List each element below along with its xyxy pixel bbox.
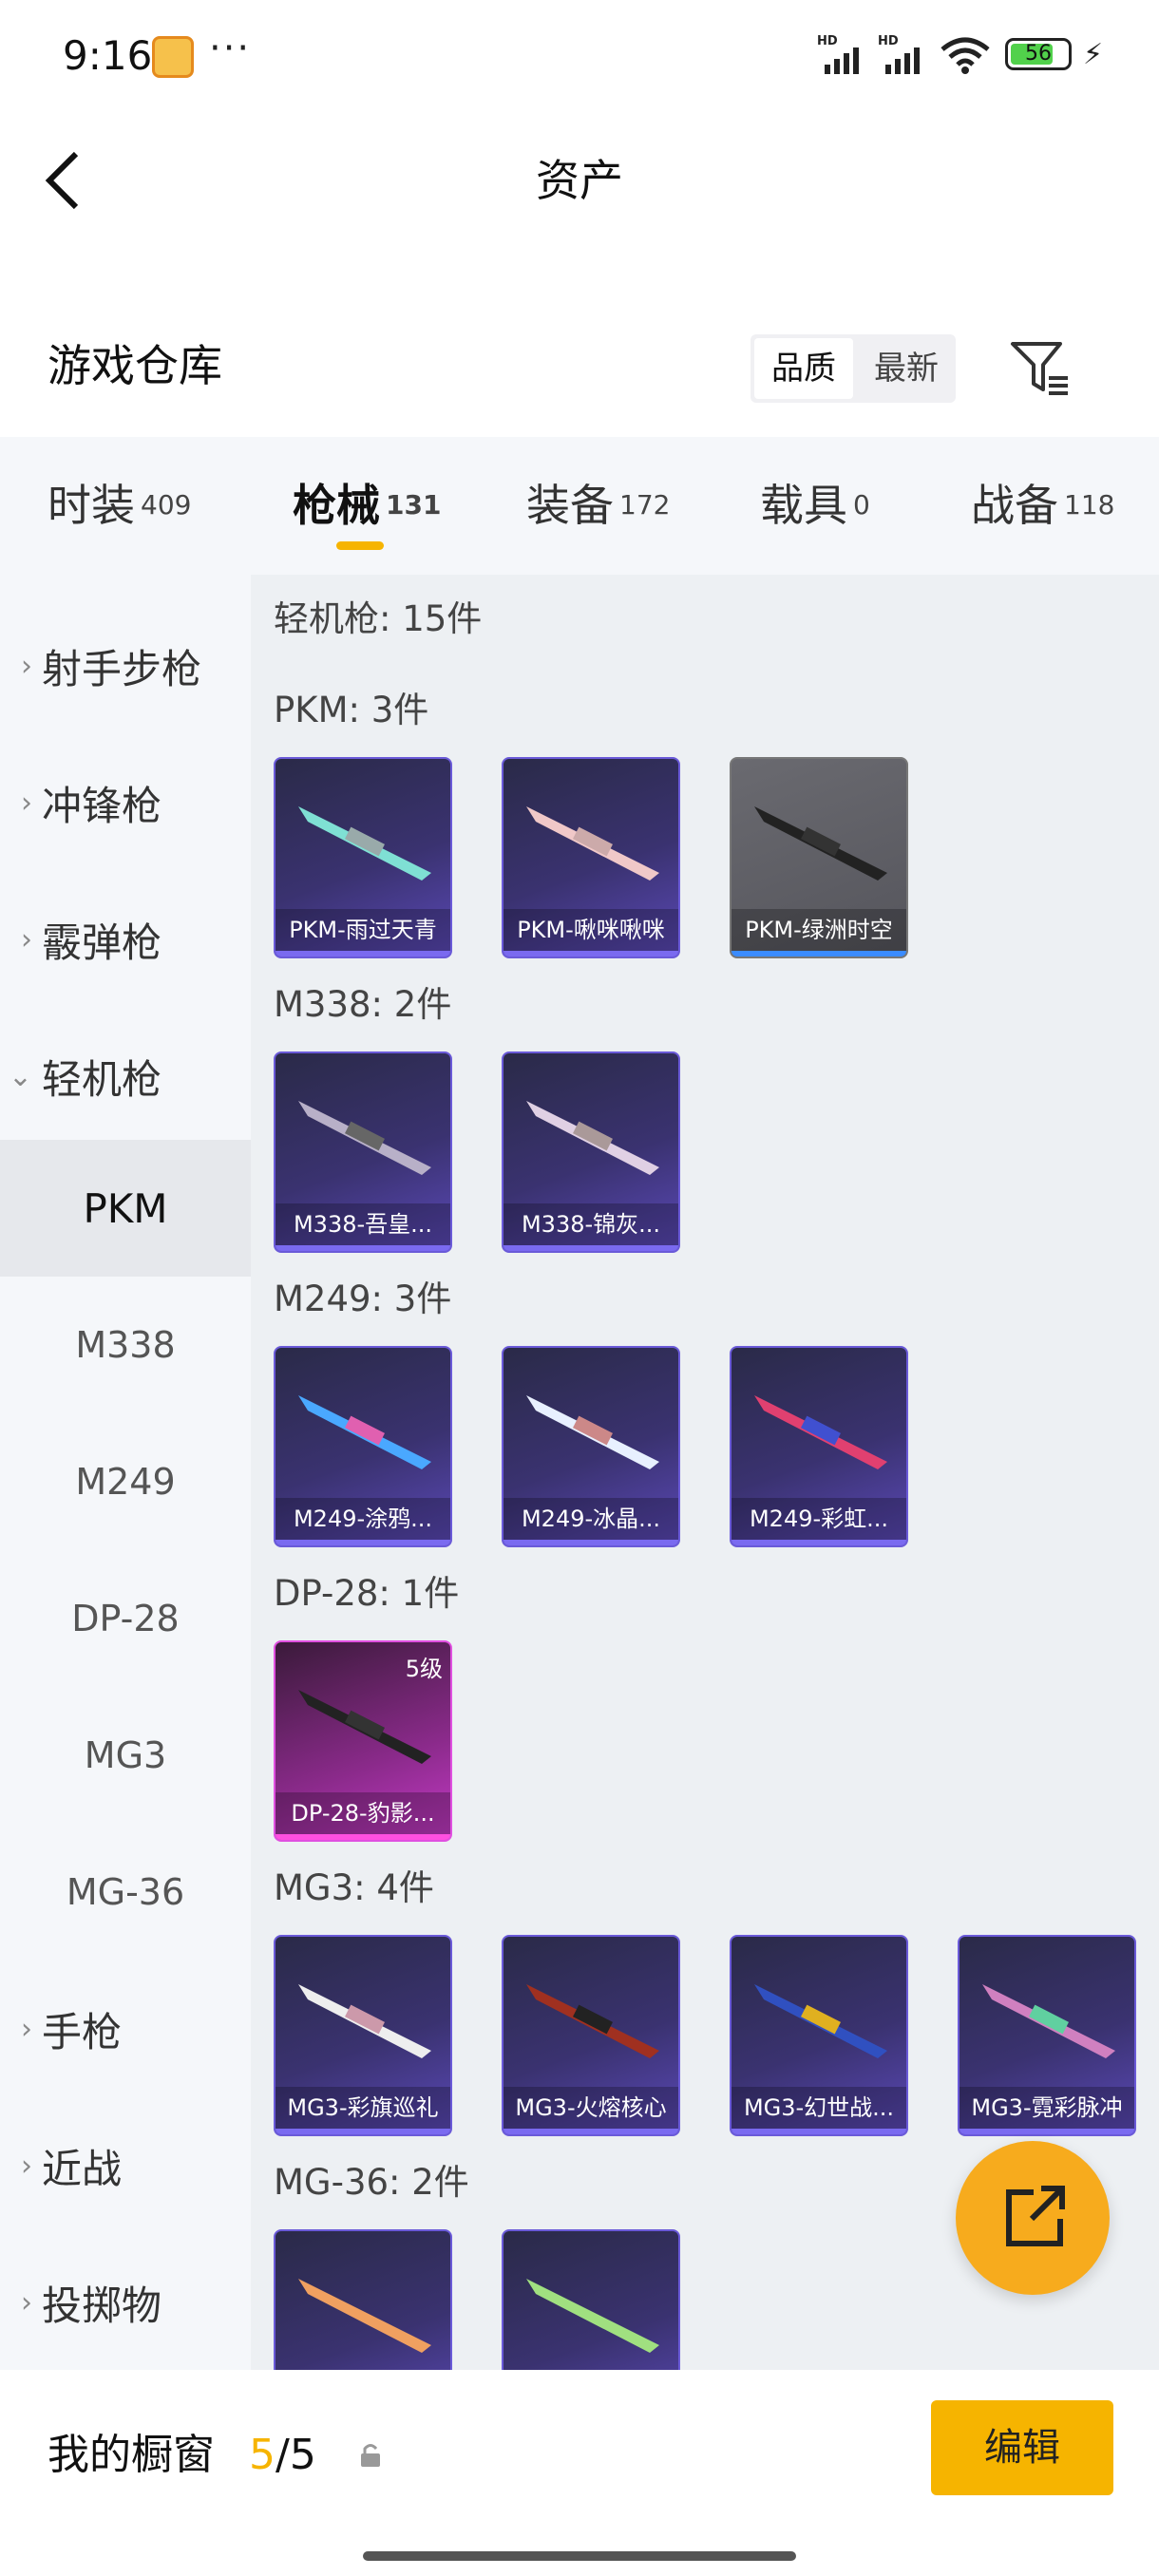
gun-icon bbox=[526, 1101, 659, 1175]
sort-toggle: 品质 最新 bbox=[750, 334, 956, 403]
chevron-down-icon: ⌄ bbox=[8, 1059, 32, 1093]
weapon-card[interactable]: MG3-霓彩脉冲 bbox=[958, 1935, 1136, 2136]
active-tab-indicator bbox=[336, 541, 384, 550]
tab-weapons[interactable]: 枪械 131 bbox=[293, 475, 441, 536]
sidebar-item-throwable[interactable]: › 投掷物 bbox=[0, 2234, 251, 2371]
battery-level: 56 bbox=[1025, 42, 1052, 66]
sidebar-subitem-mg3[interactable]: MG3 bbox=[0, 1687, 251, 1824]
gun-icon bbox=[982, 1984, 1115, 2058]
sidebar-subitem-m249[interactable]: M249 bbox=[0, 1413, 251, 1550]
showcase-title: 我的橱窗 bbox=[48, 2431, 215, 2479]
sidebar-item-pistol[interactable]: › 手枪 bbox=[0, 1960, 251, 2097]
tab-supplies[interactable]: 战备 118 bbox=[971, 475, 1114, 536]
gun-icon bbox=[298, 1984, 431, 2058]
chevron-right-icon: › bbox=[21, 2149, 32, 2183]
sidebar-item-shotgun[interactable]: › 霰弹枪 bbox=[0, 871, 251, 1008]
weapon-card[interactable] bbox=[502, 2229, 680, 2370]
gun-icon bbox=[526, 1984, 659, 2058]
section-title-mg3: MG3: 4件 bbox=[274, 1867, 434, 1908]
chevron-right-icon: › bbox=[21, 922, 32, 957]
weapon-card[interactable]: PKM-雨过天青 bbox=[274, 757, 452, 958]
category-tabs: 时装 409 枪械 131 装备 172 载具 0 战备 118 bbox=[0, 437, 1159, 575]
sidebar-item-melee[interactable]: › 近战 bbox=[0, 2097, 251, 2234]
gun-icon bbox=[298, 806, 431, 881]
app-screen: { "status_bar": {"time": "9:16", "dots":… bbox=[0, 0, 1159, 2576]
tab-vehicles[interactable]: 载具 0 bbox=[760, 475, 870, 536]
showcase-bar: 我的橱窗 5/5 编辑 bbox=[0, 2370, 1159, 2576]
wifi-icon bbox=[940, 37, 990, 74]
showcase-count: 5/5 bbox=[249, 2431, 316, 2479]
home-indicator bbox=[363, 2551, 796, 2561]
gun-icon bbox=[526, 2279, 659, 2353]
gun-icon bbox=[754, 806, 887, 881]
sidebar-item-lmg[interactable]: ⌄ 轻机枪 bbox=[0, 1008, 251, 1145]
weapon-card[interactable]: MG3-幻世战... bbox=[730, 1935, 908, 2136]
sidebar-subitem-mg36[interactable]: MG-36 bbox=[0, 1824, 251, 1960]
section-title-mg36: MG-36: 2件 bbox=[274, 2162, 469, 2203]
weapon-card[interactable]: M249-涂鸦... bbox=[274, 1346, 452, 1547]
weapon-card[interactable]: PKM-绿洲时空 bbox=[730, 757, 908, 958]
battery-icon: 56 bbox=[1005, 38, 1072, 70]
cell-signal-1-icon: HD bbox=[817, 34, 870, 74]
share-button[interactable] bbox=[956, 2141, 1110, 2295]
status-bar: 9:16 ··· HD HD 56 ⚡ bbox=[0, 0, 1159, 104]
weapon-card[interactable]: M249-冰晶... bbox=[502, 1346, 680, 1547]
sidebar-subitem-pkm[interactable]: PKM bbox=[0, 1140, 251, 1277]
gun-icon bbox=[298, 1690, 431, 1764]
warehouse-title: 游戏仓库 bbox=[48, 340, 222, 391]
cell-signal-2-icon: HD bbox=[878, 34, 931, 74]
category-header: 轻机枪: 15件 bbox=[274, 598, 483, 639]
tab-equipment[interactable]: 装备 172 bbox=[526, 475, 670, 536]
status-time: 9:16 bbox=[63, 32, 153, 79]
sidebar-subitem-m338[interactable]: M338 bbox=[0, 1277, 251, 1413]
sidebar-item-marksman-rifle[interactable]: › 射手步枪 bbox=[0, 597, 251, 734]
page-title: 资产 bbox=[536, 155, 623, 206]
weapon-card[interactable]: M338-吾皇... bbox=[274, 1051, 452, 1253]
weapon-card[interactable] bbox=[274, 2229, 452, 2370]
gun-icon bbox=[526, 806, 659, 881]
gun-icon bbox=[754, 1395, 887, 1469]
chevron-right-icon: › bbox=[21, 649, 32, 683]
gun-icon bbox=[298, 1395, 431, 1469]
chevron-right-icon: › bbox=[21, 2285, 32, 2320]
section-title-pkm: PKM: 3件 bbox=[274, 690, 429, 730]
edit-button[interactable]: 编辑 bbox=[931, 2400, 1113, 2495]
weapon-type-sidebar: › 射手步枪 › 冲锋枪 › 霰弹枪 ⌄ 轻机枪 PKM M338 M249 DP-28… bbox=[0, 575, 251, 2370]
weapon-card[interactable]: M338-锦灰... bbox=[502, 1051, 680, 1253]
sort-newest-button[interactable]: 最新 bbox=[857, 334, 956, 403]
section-title-m338: M338: 2件 bbox=[274, 984, 452, 1025]
gun-icon bbox=[526, 1395, 659, 1469]
external-link-icon bbox=[1006, 2186, 1065, 2246]
filter-icon[interactable] bbox=[1007, 334, 1074, 401]
weapon-card[interactable]: M249-彩虹... bbox=[730, 1346, 908, 1547]
weapon-card[interactable]: MG3-彩旗巡礼 bbox=[274, 1935, 452, 2136]
sort-quality-button[interactable]: 品质 bbox=[754, 338, 853, 399]
chevron-right-icon: › bbox=[21, 2012, 32, 2046]
section-title-dp28: DP-28: 1件 bbox=[274, 1573, 460, 1614]
sidebar-item-smg[interactable]: › 冲锋枪 bbox=[0, 734, 251, 871]
notification-app-icon bbox=[152, 36, 194, 78]
weapon-card[interactable]: 5级 DP-28-豹影... bbox=[274, 1640, 452, 1842]
charging-icon: ⚡ bbox=[1083, 38, 1104, 71]
more-notifications-icon: ··· bbox=[209, 27, 252, 70]
section-title-m249: M249: 3件 bbox=[274, 1279, 452, 1319]
weapon-card[interactable]: PKM-啾咪啾咪 bbox=[502, 757, 680, 958]
gun-icon bbox=[754, 1984, 887, 2058]
lock-icon bbox=[361, 2444, 380, 2467]
gun-icon bbox=[298, 2279, 431, 2353]
weapon-grid: 轻机枪: 15件 PKM: 3件 PKM-雨过天青 PKM-啾咪啾咪 PKM-绿… bbox=[251, 575, 1159, 2370]
tab-fashion[interactable]: 时装 409 bbox=[48, 475, 191, 536]
weapon-card[interactable]: MG3-火熔核心 bbox=[502, 1935, 680, 2136]
chevron-right-icon: › bbox=[21, 786, 32, 820]
gun-icon bbox=[298, 1101, 431, 1175]
sidebar-subitem-dp28[interactable]: DP-28 bbox=[0, 1550, 251, 1687]
